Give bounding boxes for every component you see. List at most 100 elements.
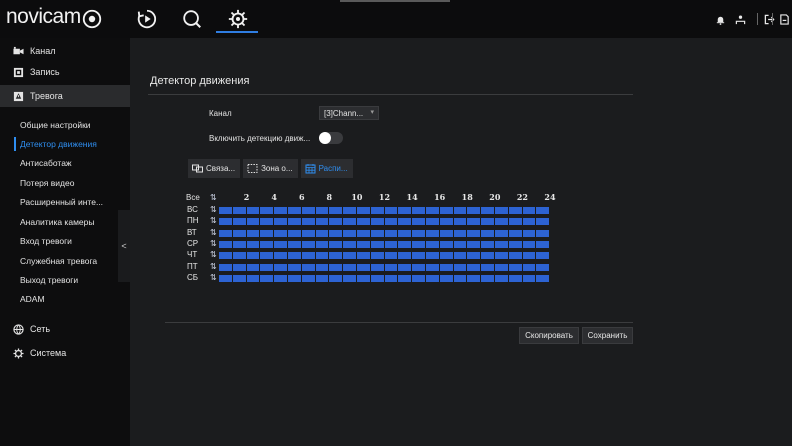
hour-cell[interactable] [301,218,315,226]
hour-cell[interactable] [384,229,398,237]
hour-cell[interactable] [425,229,439,237]
hour-cell[interactable] [494,252,508,260]
hour-cell[interactable] [329,274,343,282]
select-day-icon[interactable]: ⇅ [210,250,217,259]
day-schedule-bar[interactable] [219,263,550,271]
hour-cell[interactable] [508,207,522,214]
hour-cell[interactable] [439,252,453,260]
hour-cell[interactable] [412,263,425,271]
hour-cell[interactable] [536,263,550,271]
hour-cell[interactable] [246,240,260,248]
hour-cell[interactable] [536,274,550,282]
hour-cell[interactable] [439,207,453,214]
sidebar-section-system[interactable]: Система [0,343,130,363]
hour-cell[interactable] [494,218,508,226]
hour-cell[interactable] [260,263,274,271]
hour-cell[interactable] [287,274,301,282]
live-view-icon[interactable] [80,7,104,31]
hour-cell[interactable] [315,218,329,226]
hour-cell[interactable] [301,252,315,260]
hour-cell[interactable] [425,274,439,282]
hour-cell[interactable] [453,240,467,248]
hour-cell[interactable] [425,218,439,226]
hour-cell[interactable] [494,229,508,237]
hour-cell[interactable] [508,274,522,282]
hour-cell[interactable] [384,240,398,248]
select-day-icon[interactable]: ⇅ [210,262,217,271]
sidebar-section-alarm[interactable]: Тревога [0,85,130,107]
hour-cell[interactable] [467,263,481,271]
hour-cell[interactable] [370,240,384,248]
hour-cell[interactable] [219,252,232,260]
sidebar-item-camera-analytics[interactable]: Аналитика камеры [0,213,130,231]
sidebar-item-tamper[interactable]: Антисаботаж [0,154,130,172]
hour-cell[interactable] [315,207,329,214]
hour-cell[interactable] [329,252,343,260]
hour-cell[interactable] [398,274,412,282]
hour-cell[interactable] [508,240,522,248]
settings-gear-icon[interactable] [226,7,250,31]
hour-cell[interactable] [467,207,481,214]
hour-cell[interactable] [384,274,398,282]
hour-cell[interactable] [301,207,315,214]
hour-cell[interactable] [315,229,329,237]
select-day-icon[interactable]: ⇅ [210,239,217,248]
hour-cell[interactable] [508,252,522,260]
file-export-icon[interactable] [778,13,790,25]
hour-cell[interactable] [467,274,481,282]
hour-cell[interactable] [274,207,287,214]
select-day-icon[interactable]: ⇅ [210,205,217,214]
sidebar-item-alarm-output[interactable]: Выход тревоги [0,271,130,289]
hour-cell[interactable] [301,240,315,248]
day-schedule-bar[interactable] [219,207,550,214]
hour-cell[interactable] [481,263,494,271]
hour-cell[interactable] [439,240,453,248]
hour-cell[interactable] [522,207,536,214]
hour-cell[interactable] [522,263,536,271]
hour-cell[interactable] [425,263,439,271]
hour-cell[interactable] [522,229,536,237]
sidebar-collapse-handle[interactable]: < [118,210,130,282]
hour-cell[interactable] [412,229,425,237]
hour-cell[interactable] [425,240,439,248]
playback-icon[interactable] [135,7,159,31]
hour-cell[interactable] [467,240,481,248]
hour-cell[interactable] [315,263,329,271]
sidebar-item-adam[interactable]: ADAM [0,290,130,308]
hour-cell[interactable] [370,207,384,214]
select-day-icon[interactable]: ⇅ [210,216,217,225]
hour-cell[interactable] [384,263,398,271]
hour-cell[interactable] [412,240,425,248]
hour-cell[interactable] [287,218,301,226]
hour-cell[interactable] [398,229,412,237]
hour-cell[interactable] [384,207,398,214]
user-icon[interactable] [734,13,746,25]
hour-cell[interactable] [453,229,467,237]
hour-cell[interactable] [356,263,370,271]
hour-cell[interactable] [481,218,494,226]
hour-cell[interactable] [219,274,232,282]
hour-cell[interactable] [453,252,467,260]
hour-cell[interactable] [370,218,384,226]
hour-cell[interactable] [356,207,370,214]
hour-cell[interactable] [536,207,550,214]
hour-cell[interactable] [232,274,246,282]
hour-cell[interactable] [370,229,384,237]
hour-cell[interactable] [232,229,246,237]
hour-cell[interactable] [494,240,508,248]
hour-cell[interactable] [412,274,425,282]
hour-cell[interactable] [467,252,481,260]
sidebar-item-service-alarm[interactable]: Служебная тревога [0,252,130,270]
hour-cell[interactable] [343,240,356,248]
hour-cell[interactable] [219,240,232,248]
hour-cell[interactable] [219,218,232,226]
hour-cell[interactable] [287,252,301,260]
hour-cell[interactable] [439,229,453,237]
hour-cell[interactable] [439,218,453,226]
hour-cell[interactable] [536,252,550,260]
sidebar-section-record[interactable]: Запись [0,62,130,82]
hour-cell[interactable] [508,263,522,271]
hour-cell[interactable] [398,240,412,248]
hour-cell[interactable] [219,207,232,214]
sidebar-item-general-settings[interactable]: Общие настройки [0,116,130,134]
